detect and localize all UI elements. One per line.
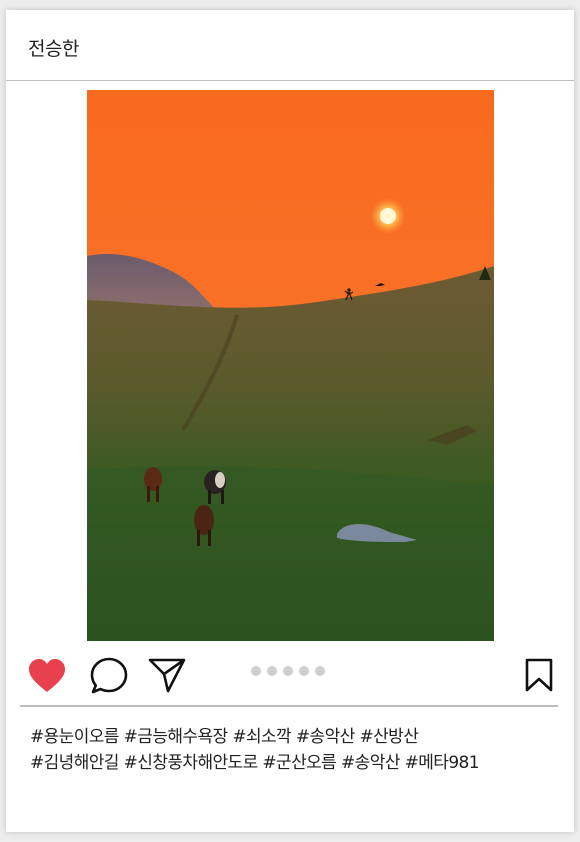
send-icon[interactable] [148,657,186,693]
carousel-dot[interactable] [299,666,309,676]
caption-line[interactable]: #김녕해안길 #신창풍차해안도로 #군산오름 #송악산 #메타981 [30,750,560,776]
carousel-dot[interactable] [315,666,325,676]
sun [380,208,396,224]
heart-icon[interactable] [28,659,66,693]
divider [20,705,558,707]
bookmark-icon[interactable] [524,658,554,692]
carousel-dot[interactable] [283,666,293,676]
post-card: 전승한 #용눈이오름 #금능해수욕장 #쇠소깍 #송악산 #산방산 #김녕해안길… [6,10,574,832]
username[interactable]: 전승한 [28,34,79,61]
caption: #용눈이오름 #금능해수욕장 #쇠소깍 #송악산 #산방산 #김녕해안길 #신창… [30,724,560,776]
caption-line[interactable]: #용눈이오름 #금능해수욕장 #쇠소깍 #송악산 #산방산 [30,724,560,750]
carousel-indicator [251,666,331,676]
post-header: 전승한 [6,10,574,81]
carousel-dot[interactable] [251,666,261,676]
carousel-dot[interactable] [267,666,277,676]
comment-icon[interactable] [90,657,128,695]
post-photo[interactable] [87,90,494,641]
